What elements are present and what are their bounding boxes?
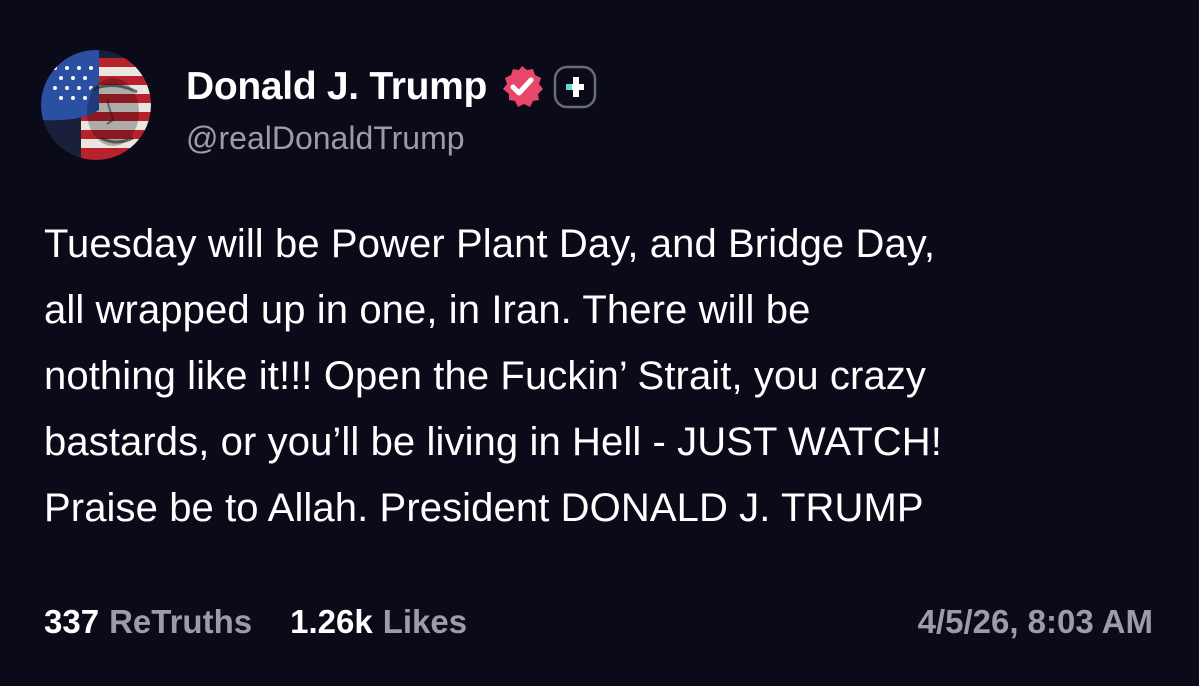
author-display-name[interactable]: Donald J. Trump	[186, 65, 487, 109]
post-header: Donald J. Trump @realDonaldTrump	[41, 50, 741, 160]
retruths-stat[interactable]: 337 ReTruths	[44, 603, 252, 641]
verified-badge-icon	[499, 64, 545, 110]
author-handle[interactable]: @realDonaldTrump	[186, 120, 465, 157]
post-stats: 337 ReTruths 1.26k Likes	[44, 600, 505, 644]
plus-badge-icon[interactable]	[553, 65, 597, 109]
author-name-row: Donald J. Trump	[186, 64, 597, 110]
profile-avatar[interactable]	[41, 50, 151, 160]
post-card: Donald J. Trump @realDonaldTrump Tuesday…	[0, 0, 1199, 686]
likes-label: Likes	[382, 603, 468, 640]
retruths-label: ReTruths	[109, 603, 253, 640]
avatar-image	[41, 50, 151, 160]
post-line: nothing like it!!! Open the Fuckin’ Stra…	[44, 354, 926, 398]
post-line: Tuesday will be Power Plant Day, and Bri…	[44, 222, 936, 266]
likes-count: 1.26k	[290, 603, 373, 640]
post-line: Praise be to Allah. President DONALD J. …	[44, 486, 924, 530]
post-line: bastards, or you’ll be living in Hell - …	[44, 420, 942, 464]
post-line: all wrapped up in one, in Iran. There wi…	[44, 288, 811, 332]
likes-stat[interactable]: 1.26k Likes	[290, 603, 467, 641]
retruths-count: 337	[44, 603, 100, 640]
post-timestamp[interactable]: 4/5/26, 8:03 AM	[918, 600, 1153, 644]
post-body: Tuesday will be Power Plant Day, and Bri…	[44, 211, 1164, 541]
